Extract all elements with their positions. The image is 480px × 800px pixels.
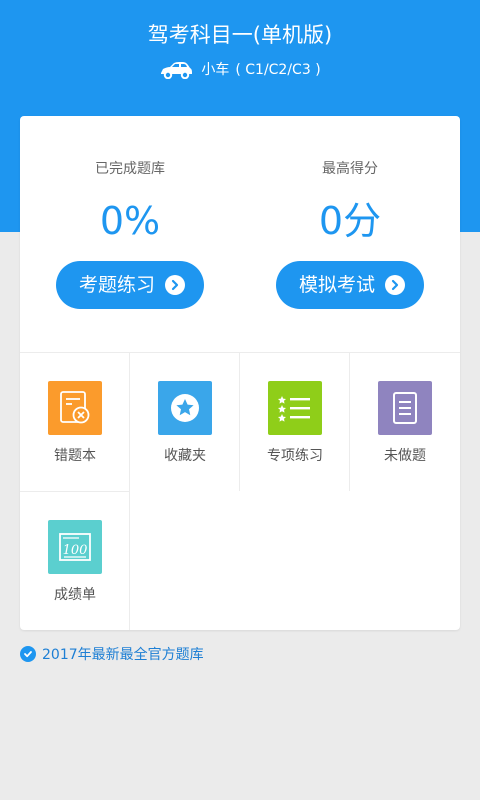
- chevron-right-icon: [385, 275, 405, 295]
- svg-text:100: 100: [63, 543, 88, 558]
- menu-label: 收藏夹: [164, 448, 206, 464]
- menu-item-undone[interactable]: 未做题: [350, 352, 460, 491]
- mock-exam-button-label: 模拟考试: [298, 274, 375, 296]
- menu-item-special-practice[interactable]: 专项练习: [240, 352, 350, 491]
- score-icon: 100: [48, 520, 102, 574]
- menu-label: 错题本: [54, 448, 96, 464]
- star-icon: [158, 381, 212, 435]
- menu-item-wrong-book[interactable]: 错题本: [20, 352, 130, 491]
- list-icon: [268, 381, 322, 435]
- main-card: 已完成题库 0% 考题练习 最高得分 0分 模拟考试 错题本 收藏夹 专项练习 …: [20, 116, 460, 630]
- vehicle-subtitle: 小车 ( C1/C2/C3 ): [0, 58, 480, 82]
- menu-label: 成绩单: [54, 587, 96, 603]
- license-types: ( C1/C2/C3 ): [235, 62, 321, 78]
- app-title: 驾考科目一(单机版): [147, 23, 333, 47]
- menu-label: 专项练习: [267, 448, 323, 464]
- vehicle-label: 小车: [201, 62, 230, 78]
- footer-note-text: 2017年最新最全官方题库: [42, 647, 204, 663]
- feature-grid: 错题本 收藏夹 专项练习 未做题 100 成绩单: [20, 352, 460, 630]
- best-score-value: 0分: [318, 199, 382, 243]
- menu-item-score-report[interactable]: 100 成绩单: [20, 491, 130, 630]
- best-score-stat: 最高得分 0分 模拟考试: [240, 116, 460, 352]
- wrong-book-icon: [48, 381, 102, 435]
- check-icon: [20, 646, 36, 662]
- mock-exam-button[interactable]: 模拟考试: [276, 261, 424, 309]
- completed-label: 已完成题库: [95, 161, 165, 177]
- completed-value: 0%: [99, 199, 161, 243]
- menu-item-favorites[interactable]: 收藏夹: [130, 352, 240, 491]
- menu-label: 未做题: [384, 448, 426, 464]
- chevron-right-icon: [165, 275, 185, 295]
- best-score-label: 最高得分: [322, 161, 378, 177]
- completed-stat: 已完成题库 0% 考题练习: [20, 116, 240, 352]
- practice-button[interactable]: 考题练习: [56, 261, 204, 309]
- practice-button-label: 考题练习: [78, 274, 155, 296]
- document-icon: [378, 381, 432, 435]
- car-icon: [159, 61, 193, 80]
- footer-note: 2017年最新最全官方题库: [20, 644, 204, 664]
